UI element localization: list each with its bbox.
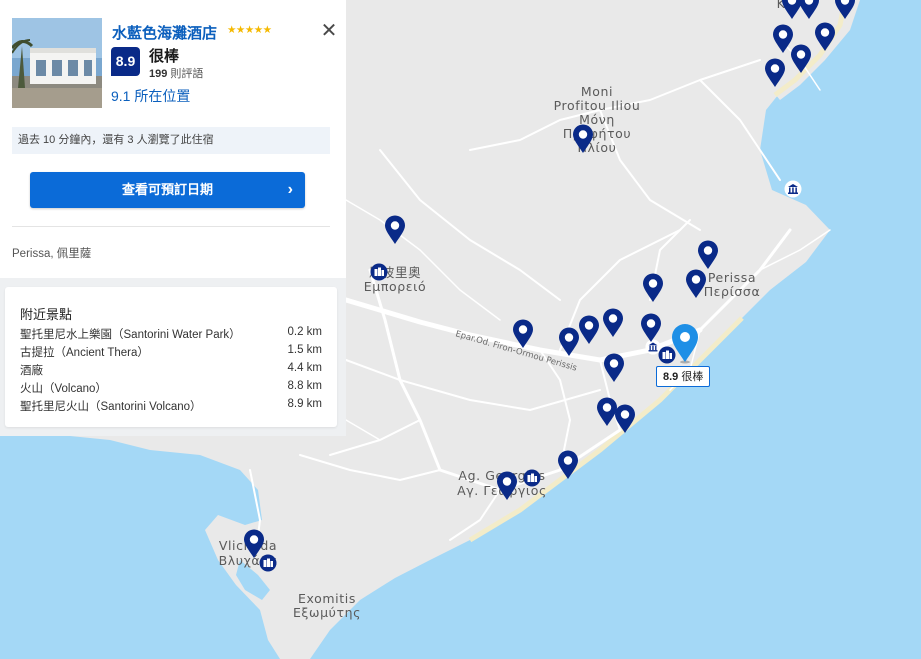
- check-availability-label: 查看可預訂日期: [121, 182, 213, 197]
- map-label-exomitis: Exomitis: [298, 591, 356, 606]
- close-icon[interactable]: ✕: [318, 20, 340, 42]
- map-label-moni: Moni: [581, 84, 613, 99]
- selected-tag-score: 8.9: [663, 371, 679, 383]
- map-label-profitou: Profitou Iliou: [554, 98, 641, 113]
- poi-building-icon[interactable]: [370, 263, 388, 281]
- selected-hotel-score-tag[interactable]: 8.9 很棒: [656, 366, 711, 387]
- check-availability-button[interactable]: 查看可預訂日期 ›: [30, 172, 305, 208]
- divider: [12, 226, 330, 227]
- nearby-item-distance: 8.8 km: [287, 380, 322, 392]
- chevron-right-icon: ›: [287, 181, 293, 198]
- map-label-emporio-gr: Εμπορειό: [364, 279, 426, 294]
- review-score-word: 很棒: [149, 48, 180, 65]
- nearby-item: 火山（Volcano） 8.8 km: [20, 380, 322, 396]
- nearby-item: 酒廠 4.4 km: [20, 362, 322, 378]
- recent-viewers-notice: 過去 10 分鐘內，還有 3 人瀏覽了此住宿: [12, 127, 330, 154]
- nearby-item: 聖托里尼火山（Santorini Volcano） 8.9 km: [20, 398, 322, 414]
- nearby-item-distance: 8.9 km: [287, 398, 322, 410]
- hotel-name[interactable]: 水藍色海灘酒店: [112, 22, 217, 43]
- review-score-badge: 8.9: [111, 47, 140, 76]
- location-score: 9.1 所在位置: [111, 88, 191, 104]
- nearby-item-distance: 4.4 km: [287, 362, 322, 374]
- nearby-item-distance: 1.5 km: [287, 344, 322, 356]
- nearby-item-name: 火山（Volcano）: [20, 383, 107, 395]
- poi-building-icon[interactable]: [658, 346, 676, 364]
- review-count-number: 199: [149, 68, 168, 80]
- hotel-address: Perissa, 佩里薩: [12, 248, 92, 260]
- review-count: 199 則評語: [149, 65, 203, 81]
- nearby-attractions-card: 附近景點 聖托里尼水上樂園（Santorini Water Park） 0.2 …: [5, 287, 337, 427]
- nearby-title: 附近景點: [20, 307, 73, 322]
- poi-building-icon[interactable]: [523, 469, 541, 487]
- nearby-item: 古提拉（Ancient Thera） 1.5 km: [20, 344, 322, 360]
- nearby-item-distance: 0.2 km: [287, 326, 322, 338]
- map-label-exomitis-gr: Εξωμύτης: [293, 605, 361, 620]
- review-count-suffix: 則評語: [170, 68, 204, 80]
- poi-building-icon[interactable]: [259, 554, 277, 572]
- hotel-photo[interactable]: [12, 18, 102, 108]
- museum-icon[interactable]: [784, 180, 802, 198]
- nearby-item-name: 酒廠: [20, 365, 43, 377]
- nearby-item: 聖托里尼水上樂園（Santorini Water Park） 0.2 km: [20, 326, 322, 342]
- hotel-info-panel: 水藍色海灘酒店 ★★★★★ ✕ 8.9 很棒 199 則評語 9.1 所在位置 …: [0, 0, 346, 436]
- nearby-item-name: 聖托里尼火山（Santorini Volcano）: [20, 401, 202, 413]
- nearby-item-name: 聖托里尼水上樂園（Santorini Water Park）: [20, 329, 241, 341]
- nearby-item-name: 古提拉（Ancient Thera）: [20, 347, 149, 359]
- map-label-perissa: Perissa: [708, 270, 756, 285]
- map-label-perissa-gr: Περίσσα: [704, 284, 761, 299]
- museum-icon[interactable]: [645, 339, 661, 355]
- hotel-card: 水藍色海灘酒店 ★★★★★ ✕ 8.9 很棒 199 則評語 9.1 所在位置 …: [0, 0, 346, 278]
- selected-tag-word: 很棒: [681, 371, 704, 383]
- star-rating-icon: ★★★★★: [227, 24, 272, 36]
